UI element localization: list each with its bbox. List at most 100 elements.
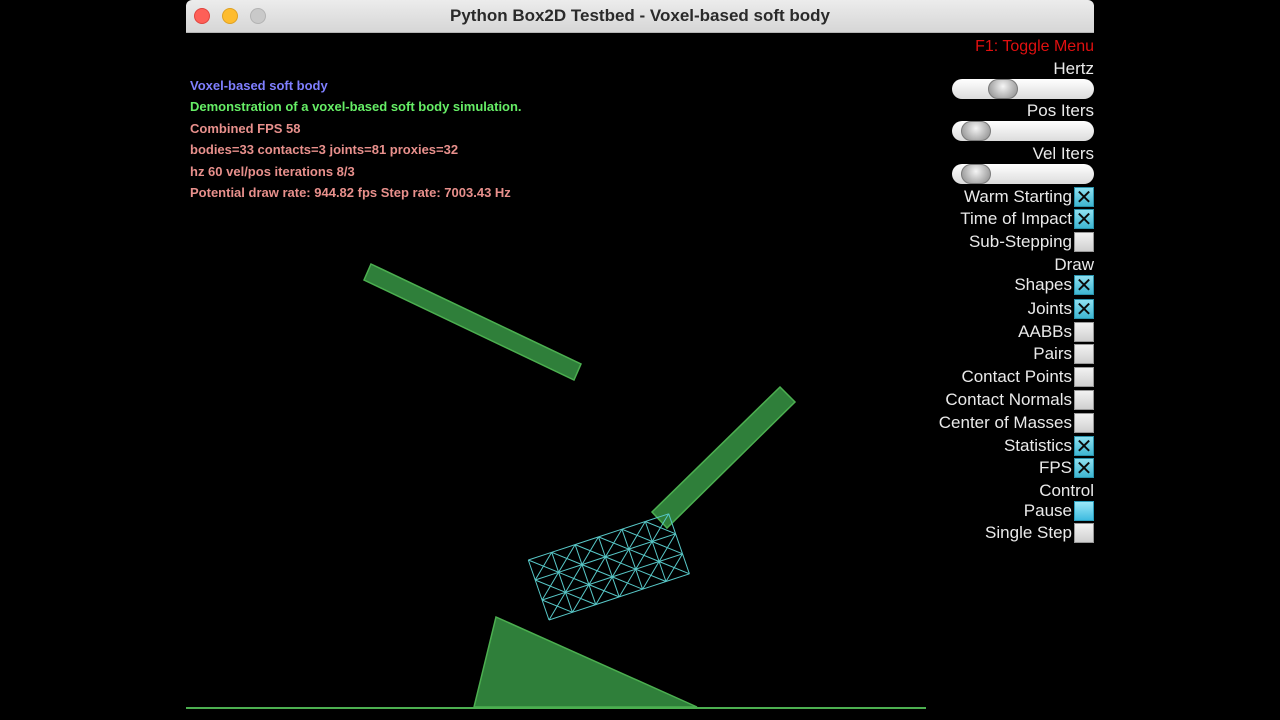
test-name-text: Voxel-based soft body [190, 78, 328, 93]
time-of-impact-checkbox[interactable]: ✕ [1074, 209, 1094, 229]
fps-checkbox[interactable]: ✕ [1074, 458, 1094, 478]
mesh-joint [658, 561, 667, 582]
mesh-joint [581, 564, 613, 578]
mesh-joint [621, 529, 630, 550]
warm-starting-option[interactable]: Warm Starting ✕ [964, 187, 1094, 207]
shapes-checkbox[interactable]: ✕ [1074, 275, 1094, 295]
mesh-joint [628, 549, 637, 570]
mesh-joint [581, 564, 590, 585]
time-of-impact-option[interactable]: Time of Impact ✕ [960, 209, 1094, 229]
mesh-joint [604, 556, 613, 578]
pause-option[interactable]: Pause [1024, 501, 1094, 521]
mesh-joint [621, 528, 653, 542]
single-step-button[interactable] [1074, 523, 1094, 543]
pos-iters-slider-knob[interactable] [960, 121, 991, 141]
mesh-joint [651, 541, 660, 562]
checkmark-x-icon: ✕ [1075, 273, 1093, 297]
statistics-checkbox[interactable]: ✕ [1074, 436, 1094, 456]
contact-normals-label: Contact Normals [945, 390, 1072, 409]
mesh-joint [558, 572, 566, 593]
vel-iters-label: Vel Iters [1032, 144, 1094, 163]
pairs-checkbox[interactable] [1074, 344, 1094, 364]
shapes-label: Shapes [1014, 275, 1072, 294]
mesh-joint [588, 584, 620, 598]
joints-checkbox[interactable]: ✕ [1074, 299, 1094, 319]
contact-points-option[interactable]: Contact Points [961, 367, 1094, 387]
mesh-joint [675, 533, 683, 554]
mesh-joint [551, 551, 583, 566]
mesh-joint [635, 568, 667, 582]
mesh-joint [574, 544, 606, 558]
mesh-joint [635, 569, 644, 590]
checkmark-x-icon: ✕ [1075, 434, 1093, 458]
draw-section-header: Draw [1054, 255, 1094, 274]
fps-text: Combined FPS 58 [190, 121, 301, 136]
mesh-joint [605, 556, 636, 570]
center-of-masses-option[interactable]: Center of Masses [939, 413, 1094, 433]
mesh-joint [534, 579, 543, 601]
contact-points-checkbox[interactable] [1074, 367, 1094, 387]
mesh-joint [541, 599, 573, 613]
sub-stepping-checkbox[interactable] [1074, 232, 1094, 252]
mesh-joint [588, 584, 597, 605]
fps-label: FPS [1038, 458, 1072, 477]
statistics-option[interactable]: Statistics ✕ [1004, 436, 1094, 456]
pairs-option[interactable]: Pairs [1033, 344, 1094, 364]
warm-starting-label: Warm Starting [963, 187, 1072, 206]
stats-text: bodies=33 contacts=3 joints=81 proxies=3… [190, 142, 459, 157]
iterations-text: hz 60 vel/pos iterations 8/3 [190, 164, 355, 179]
description-text: Demonstration of a voxel-based soft body… [190, 99, 522, 114]
contact-normals-option[interactable]: Contact Normals [945, 390, 1094, 410]
testbed-window: Python Box2D Testbed - Voxel-based soft … [186, 0, 1094, 720]
toggle-menu-label[interactable]: F1: Toggle Menu [975, 38, 1094, 56]
plank-body [363, 262, 582, 382]
angled-bar-body [650, 385, 797, 530]
aabbs-option[interactable]: AABBs [1018, 322, 1094, 342]
mesh-joint [682, 553, 690, 574]
mesh-joint [658, 561, 690, 575]
warm-starting-checkbox[interactable]: ✕ [1074, 187, 1094, 207]
soft-body-mesh [527, 513, 690, 621]
mesh-joint [558, 571, 590, 586]
aabbs-checkbox[interactable] [1074, 322, 1094, 342]
pos-iters-label: Pos Iters [1026, 101, 1094, 120]
mesh-joint [574, 544, 583, 565]
mesh-joint [598, 536, 629, 550]
mesh-joint [551, 552, 560, 573]
mesh-joint [598, 536, 606, 558]
joints-label: Joints [1027, 299, 1072, 318]
time-of-impact-label: Time of Impact [960, 209, 1072, 228]
joints-option[interactable]: Joints ✕ [1028, 299, 1094, 319]
hertz-slider-knob[interactable] [987, 79, 1018, 99]
pause-button[interactable] [1074, 501, 1094, 521]
checkmark-x-icon: ✕ [1075, 207, 1093, 231]
pause-label: Pause [1023, 501, 1072, 520]
hertz-label: Hertz [1053, 59, 1094, 78]
mesh-joint [535, 579, 566, 593]
checkmark-x-icon: ✕ [1075, 185, 1093, 209]
hertz-slider[interactable] [952, 79, 1094, 99]
single-step-label: Single Step [985, 523, 1072, 542]
single-step-option[interactable]: Single Step [985, 523, 1094, 543]
sub-stepping-label: Sub-Stepping [968, 232, 1072, 251]
contact-points-label: Contact Points [961, 367, 1072, 386]
mesh-joint [527, 559, 536, 581]
center-of-masses-checkbox[interactable] [1074, 413, 1094, 433]
mesh-joint [565, 592, 573, 613]
mesh-joint [611, 576, 620, 598]
mesh-joint [565, 591, 596, 606]
sub-stepping-option[interactable]: Sub-Stepping [969, 232, 1094, 252]
fps-option[interactable]: FPS ✕ [1039, 458, 1094, 478]
control-section-header: Control [1039, 481, 1094, 500]
mesh-joint [541, 599, 550, 621]
pos-iters-slider[interactable] [952, 121, 1094, 141]
statistics-label: Statistics [1003, 436, 1072, 455]
mesh-joint [528, 559, 559, 573]
vel-iters-slider-knob[interactable] [960, 164, 991, 184]
triangle-body [473, 615, 698, 708]
contact-normals-checkbox[interactable] [1074, 390, 1094, 410]
shapes-option[interactable]: Shapes ✕ [1014, 275, 1094, 295]
mesh-joint [644, 521, 653, 542]
vel-iters-slider[interactable] [952, 164, 1094, 184]
pairs-label: Pairs [1033, 344, 1072, 363]
